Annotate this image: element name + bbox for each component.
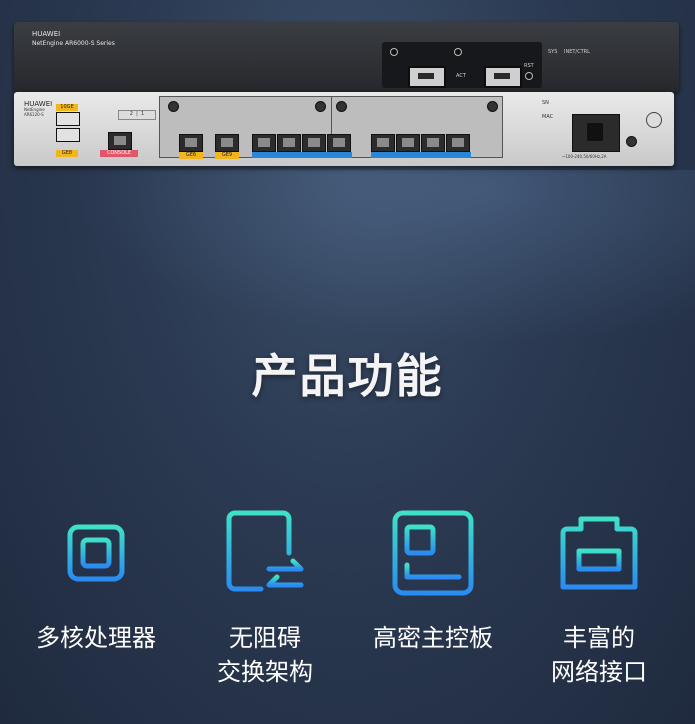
network-port-icon [560, 516, 638, 590]
inet-label: INET/CTRL [564, 49, 590, 55]
rst-label: RST [524, 63, 534, 69]
router-top-unit: HUAWEI NetEngine AR6000-S Series ACT RST… [14, 22, 679, 92]
sys-label: SYS [548, 49, 558, 55]
feature-nonblocking-switching: 无阻碍 交换架构 [190, 505, 340, 689]
feature-label: 多核处理器 [36, 624, 156, 652]
ethernet-port [396, 134, 420, 152]
reset-button [525, 72, 533, 80]
processor-chip-icon [51, 508, 141, 598]
sfp-port [56, 112, 80, 126]
sfp-port [56, 128, 80, 142]
usb-port-panel: ACT RST [382, 42, 542, 88]
mac-label: MAC [542, 114, 554, 120]
section-title: 产品功能 [251, 349, 444, 403]
feature-high-density-mainboard: 高密主控板 [358, 505, 508, 655]
ground-screw [626, 136, 637, 147]
feature-label: 高密主控板 [373, 624, 493, 652]
router-front-unit: HUAWEI NetEngine AR6120-S 10GE GE8 2 | 1 … [14, 92, 674, 166]
ge6-label: GE6 [179, 152, 203, 159]
usb-port [484, 66, 522, 88]
console-label: CONSOLE [100, 150, 138, 157]
ge9-label: GE9 [215, 152, 239, 159]
ge8-label: GE8 [56, 150, 78, 157]
sfp-10ge-label: 10GE [56, 104, 78, 111]
port-group-bar [252, 152, 352, 158]
power-socket [572, 114, 620, 152]
ge6-port [179, 134, 203, 152]
ethernet-port [371, 134, 395, 152]
switching-arrows-icon [226, 510, 304, 592]
feature-multicore-processor: 多核处理器 [21, 505, 171, 655]
port-group-bar [371, 152, 471, 158]
feature-label: 丰富的 网络接口 [551, 624, 647, 686]
ethernet-port [277, 134, 301, 152]
feature-label: 无阻碍 交换架构 [217, 624, 313, 686]
main-board-icon [392, 510, 474, 596]
ground-terminal [646, 112, 662, 128]
sn-label: SN [542, 100, 549, 106]
front-model: NetEngine AR6120-S [24, 107, 45, 117]
slot-numbers: 2 | 1 [118, 110, 156, 120]
led-indicator [390, 48, 398, 56]
ge9-port [215, 134, 239, 152]
act-label: ACT [456, 73, 466, 79]
ethernet-port [421, 134, 445, 152]
usb-port [408, 66, 446, 88]
led-indicator [454, 48, 462, 56]
power-rating: ~100-240,50/60Hz,2A [562, 154, 607, 159]
ethernet-port [302, 134, 326, 152]
console-port [108, 132, 132, 150]
ethernet-port [252, 134, 276, 152]
device-series: NetEngine AR6000-S Series [32, 40, 115, 47]
feature-rich-network-interfaces: 丰富的 网络接口 [524, 505, 674, 689]
ethernet-port [327, 134, 351, 152]
device-brand: HUAWEI [32, 30, 61, 38]
ethernet-port [446, 134, 470, 152]
